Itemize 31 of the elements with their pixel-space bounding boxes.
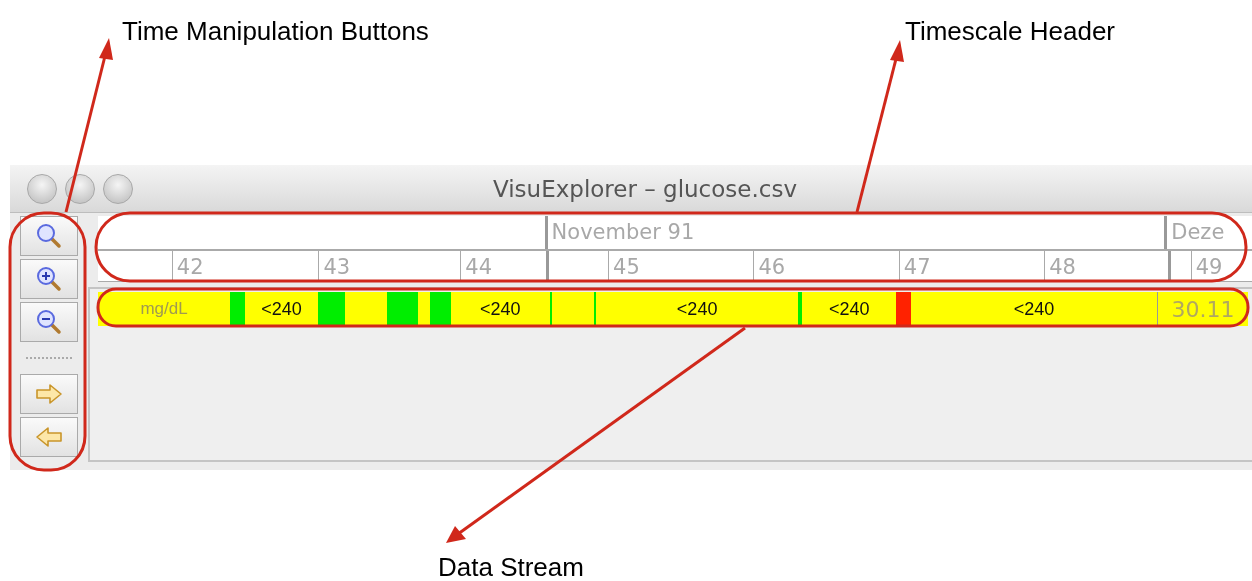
- stream-segment: <240: [801, 292, 897, 326]
- stream-segment: <240: [911, 292, 1157, 326]
- annotation-label: Time Manipulation Buttons: [122, 16, 429, 47]
- date-label: 30.11: [1157, 292, 1248, 326]
- annotation-label: Data Stream: [438, 552, 584, 581]
- month-cell: Deze: [1164, 216, 1252, 249]
- zoom-button[interactable]: [20, 216, 78, 256]
- unit-label: mg/dL: [98, 292, 230, 326]
- stream-segment: <240: [450, 292, 550, 326]
- week-cell: 49: [1190, 251, 1252, 281]
- week-cell: 43: [318, 251, 461, 281]
- week-cell: 45: [608, 251, 754, 281]
- right-arrow-icon: [35, 383, 63, 405]
- zoom-in-icon: [36, 266, 62, 292]
- stream-segment: <240: [244, 292, 319, 326]
- week-cell: 42: [171, 251, 319, 281]
- zoom-out-icon: [36, 309, 62, 335]
- week-cell: 48: [1044, 251, 1168, 281]
- zoom-in-button[interactable]: [20, 259, 78, 299]
- minimize-button[interactable]: [65, 173, 95, 204]
- annotation-label: Timescale Header: [905, 16, 1115, 47]
- stream-segment: <240: [596, 292, 799, 326]
- toolbar-separator: [26, 357, 72, 359]
- week-cell: 44: [460, 251, 546, 281]
- month-cell: November 91: [544, 216, 1165, 249]
- week-cell: 46: [753, 251, 899, 281]
- window-title: VisuExplorer – glucose.csv: [493, 175, 797, 202]
- zoom-out-button[interactable]: [20, 302, 78, 342]
- left-arrow-icon: [35, 426, 63, 448]
- week-cell: 47: [898, 251, 1045, 281]
- magnifier-icon: [36, 223, 62, 249]
